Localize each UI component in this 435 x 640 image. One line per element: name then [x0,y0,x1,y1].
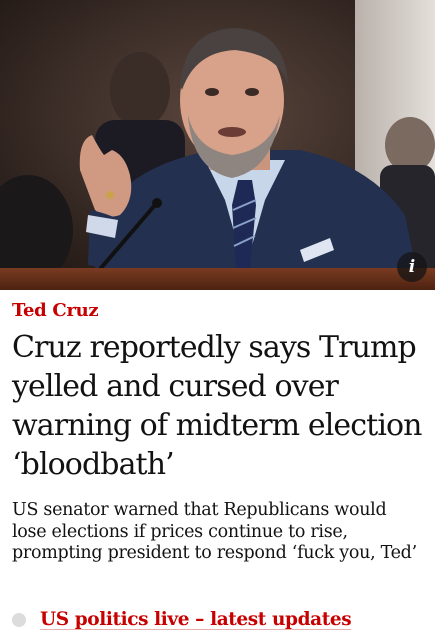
article-kicker[interactable]: Ted Cruz [12,300,422,322]
article-card[interactable]: Ted Cruz Cruz reportedly says Trump yell… [12,300,423,565]
live-updates-label[interactable]: US politics live – latest updates [40,609,352,631]
live-dot-icon [12,613,26,627]
hero-image[interactable]: i [0,0,435,290]
article-standfirst: US senator warned that Republicans would… [12,500,417,563]
hero-photo [0,0,435,290]
live-updates-link[interactable]: US politics live – latest updates [12,609,352,631]
article-headline[interactable]: Cruz reportedly says Trump yelled and cu… [12,328,423,484]
image-info-icon[interactable]: i [397,252,427,282]
